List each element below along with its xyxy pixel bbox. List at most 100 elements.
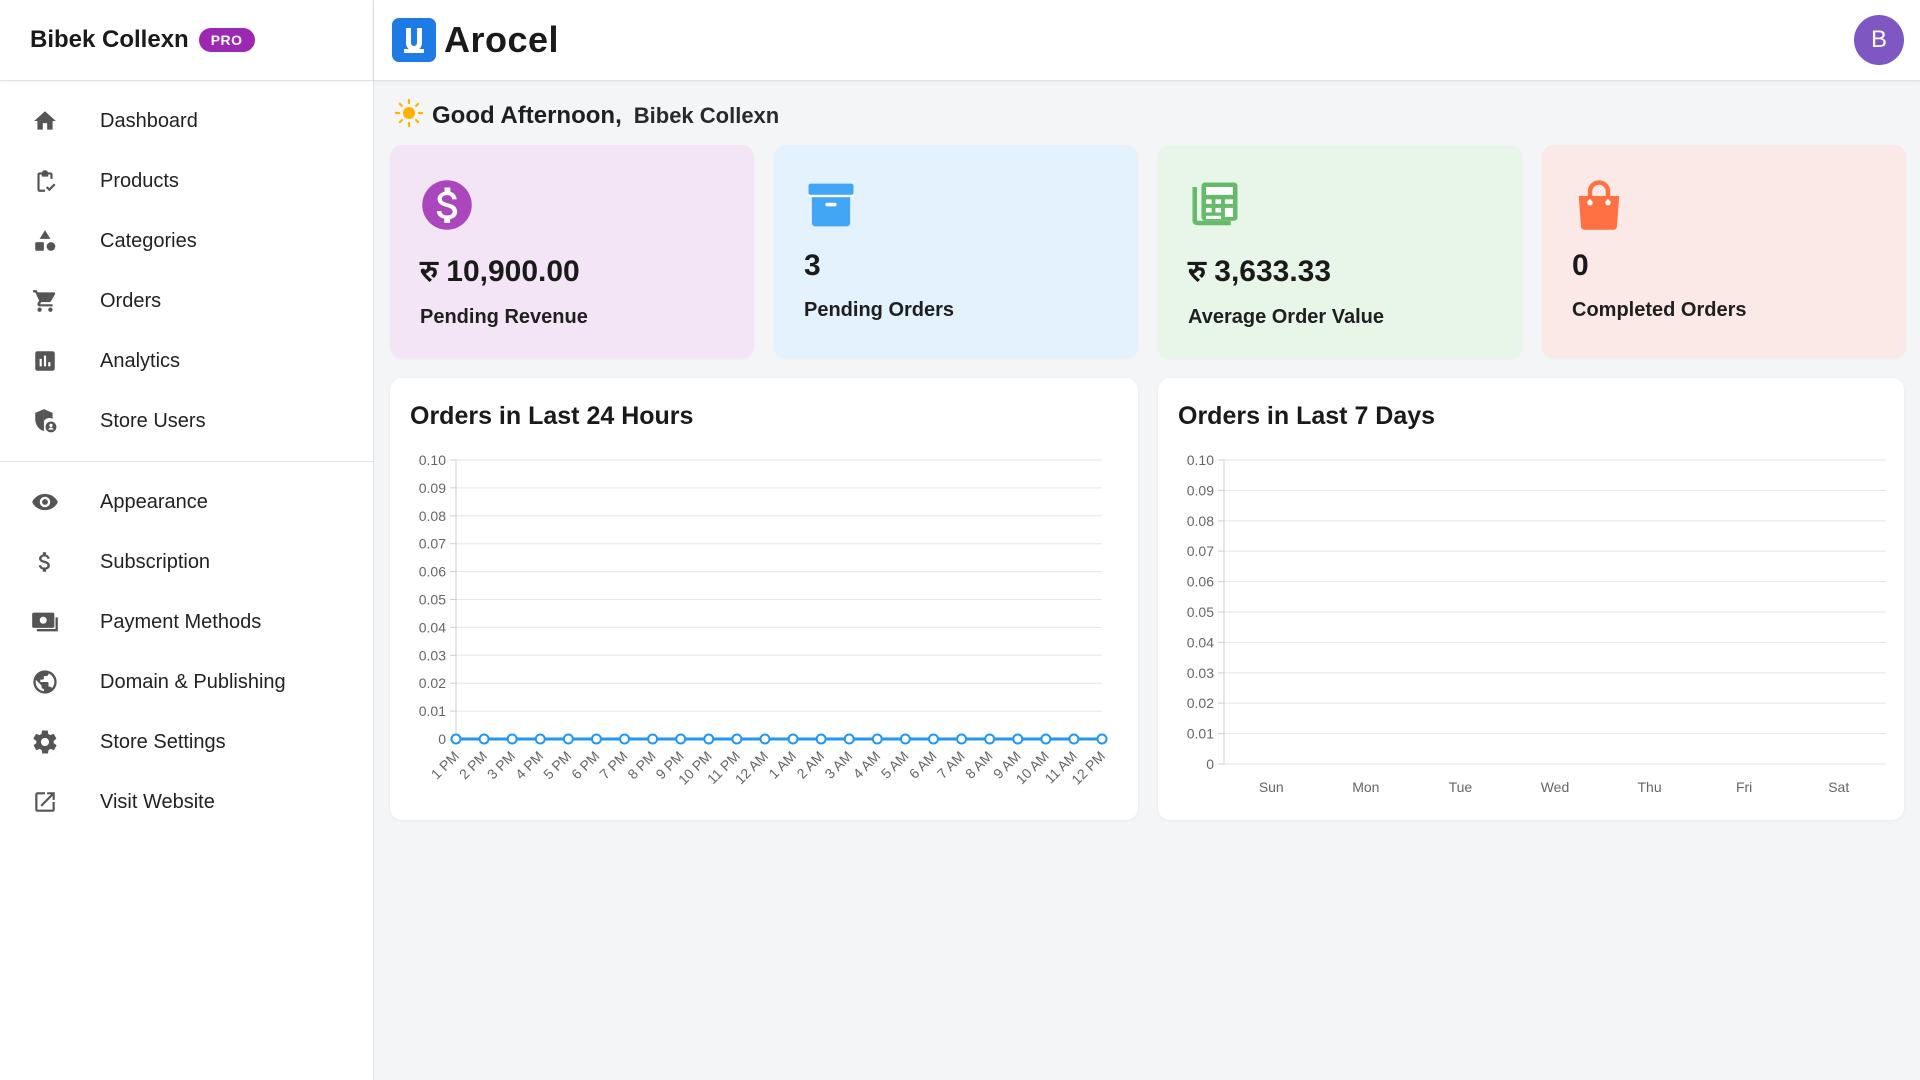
arocel-logo-icon[interactable] bbox=[392, 18, 436, 62]
y-tick-label: 0.06 bbox=[419, 564, 446, 580]
sidebar-item-label: Subscription bbox=[100, 550, 211, 573]
avatar[interactable]: B bbox=[1854, 15, 1904, 65]
data-point bbox=[506, 733, 518, 745]
greeting: Good Afternoon, Bibek Collexn bbox=[394, 98, 779, 133]
gear-icon bbox=[30, 727, 60, 757]
chart-7d: 0 0.01 0.02 0.03 0.04 0.05 0.06 0.07 0.08 0.09 0.1… bbox=[1187, 452, 1886, 795]
globe-icon bbox=[30, 667, 60, 697]
data-point bbox=[619, 733, 631, 745]
y-tick-label: 0.03 bbox=[1187, 665, 1214, 681]
x-tick-label: Sat bbox=[1828, 779, 1849, 795]
stat-label: Completed Orders bbox=[1572, 299, 1747, 321]
data-point bbox=[984, 733, 996, 745]
data-point bbox=[1012, 733, 1024, 745]
data-point bbox=[703, 733, 715, 745]
stat-value: 0 bbox=[1572, 249, 1589, 282]
sidebar-item-subscription[interactable]: Subscription bbox=[0, 532, 373, 592]
main-nav: Dashboard Products Categories Orders Ana… bbox=[0, 81, 373, 451]
x-tick-label: 6 PM bbox=[568, 748, 602, 782]
y-tick-label: 0.03 bbox=[419, 647, 446, 663]
sun-icon bbox=[394, 98, 424, 133]
shield-user-icon bbox=[30, 406, 60, 436]
dollar-icon bbox=[30, 547, 60, 577]
sidebar-item-label: Visit Website bbox=[100, 790, 215, 813]
data-point bbox=[787, 733, 799, 745]
dollar-circle-icon bbox=[420, 177, 724, 233]
sidebar-item-label: Orders bbox=[100, 289, 162, 312]
y-tick-label: 0.04 bbox=[419, 619, 446, 635]
x-tick-label: 1 PM bbox=[428, 748, 462, 782]
sidebar-item-label: Appearance bbox=[100, 490, 208, 513]
x-tick-label: Wed bbox=[1541, 779, 1570, 795]
sidebar-item-domain-publishing[interactable]: Domain & Publishing bbox=[0, 652, 373, 712]
sidebar-item-appearance[interactable]: Appearance bbox=[0, 472, 373, 532]
home-icon bbox=[30, 106, 60, 136]
stat-card-pending-revenue: रु 10,900.00 Pending Revenue bbox=[390, 145, 754, 358]
external-link-icon bbox=[30, 787, 60, 817]
data-point bbox=[534, 733, 546, 745]
sidebar-item-label: Categories bbox=[100, 229, 197, 252]
sidebar-item-products[interactable]: Products bbox=[0, 151, 373, 211]
sidebar-divider bbox=[0, 461, 373, 462]
y-tick-label: 0.01 bbox=[419, 703, 446, 719]
data-point bbox=[1040, 733, 1052, 745]
y-tick-label: 0.08 bbox=[1187, 513, 1214, 529]
topbar: Arocel B bbox=[374, 0, 1920, 81]
x-tick-label: 4 PM bbox=[512, 748, 546, 782]
data-point bbox=[450, 733, 462, 745]
x-tick-label: 7 AM bbox=[934, 748, 968, 782]
chart-title: Orders in Last 24 Hours bbox=[410, 402, 694, 430]
x-tick-label: 3 PM bbox=[484, 748, 518, 782]
settings-nav: Appearance Subscription Payment Methods … bbox=[0, 472, 373, 832]
sidebar-item-orders[interactable]: Orders bbox=[0, 271, 373, 331]
x-tick-label: 8 PM bbox=[624, 748, 658, 782]
y-tick-label: 0.02 bbox=[419, 675, 446, 691]
x-tick-label: 5 AM bbox=[878, 748, 912, 782]
stat-card-pending-orders: 3 Pending Orders bbox=[774, 145, 1138, 358]
x-tick-label: 8 AM bbox=[962, 748, 996, 782]
sidebar-item-label: Products bbox=[100, 169, 179, 192]
data-point bbox=[843, 733, 855, 745]
x-tick-label: 7 PM bbox=[596, 748, 630, 782]
x-tick-label: 12 AM bbox=[732, 748, 771, 787]
eye-icon bbox=[30, 487, 60, 517]
sidebar-item-categories[interactable]: Categories bbox=[0, 211, 373, 271]
data-point bbox=[731, 733, 743, 745]
x-tick-label: 1 AM bbox=[765, 748, 799, 782]
pro-badge: PRO bbox=[198, 28, 255, 52]
stat-value: 3 bbox=[804, 249, 821, 282]
sidebar-item-analytics[interactable]: Analytics bbox=[0, 331, 373, 391]
greeting-user-name: Bibek Collexn bbox=[633, 102, 780, 128]
chart-panel-7d: 0 0.01 0.02 0.03 0.04 0.05 0.06 0.07 0.08 0.09 0.1… bbox=[1158, 378, 1904, 820]
sidebar-item-dashboard[interactable]: Dashboard bbox=[0, 91, 373, 151]
chart-panel-24h: 0 0.01 0.02 0.03 0.04 0.05 0.06 0.07 0.08 0.09 0.1… bbox=[390, 378, 1138, 820]
x-tick-label: Tue bbox=[1449, 779, 1473, 795]
x-tick-label: Fri bbox=[1736, 779, 1752, 795]
sidebar-item-store-users[interactable]: Store Users bbox=[0, 391, 373, 451]
data-point bbox=[478, 733, 490, 745]
x-tick-label: Sun bbox=[1259, 779, 1284, 795]
data-point bbox=[647, 733, 659, 745]
logo-text[interactable]: Arocel bbox=[444, 19, 559, 61]
y-tick-label: 0.07 bbox=[419, 536, 446, 552]
archive-box-icon bbox=[804, 177, 1108, 233]
clipboard-check-icon bbox=[30, 166, 60, 196]
cart-icon bbox=[30, 286, 60, 316]
stat-card-completed-orders: 0 Completed Orders bbox=[1542, 145, 1906, 358]
data-point bbox=[871, 733, 883, 745]
y-tick-label: 0.09 bbox=[1187, 482, 1214, 498]
data-point bbox=[675, 733, 687, 745]
y-tick-label: 0.08 bbox=[419, 508, 446, 524]
stat-label: Pending Orders bbox=[804, 299, 955, 321]
x-tick-label: Thu bbox=[1638, 779, 1662, 795]
y-tick-label: 0 bbox=[1206, 756, 1214, 772]
sidebar-item-visit-website[interactable]: Visit Website bbox=[0, 772, 373, 832]
data-point bbox=[899, 733, 911, 745]
y-tick-label: 0.05 bbox=[419, 592, 446, 608]
shapes-icon bbox=[30, 226, 60, 256]
y-tick-label: 0.04 bbox=[1187, 634, 1214, 650]
sidebar-item-payment-methods[interactable]: Payment Methods bbox=[0, 592, 373, 652]
data-point bbox=[590, 733, 602, 745]
x-tick-label: 4 AM bbox=[850, 748, 884, 782]
sidebar-item-store-settings[interactable]: Store Settings bbox=[0, 712, 373, 772]
